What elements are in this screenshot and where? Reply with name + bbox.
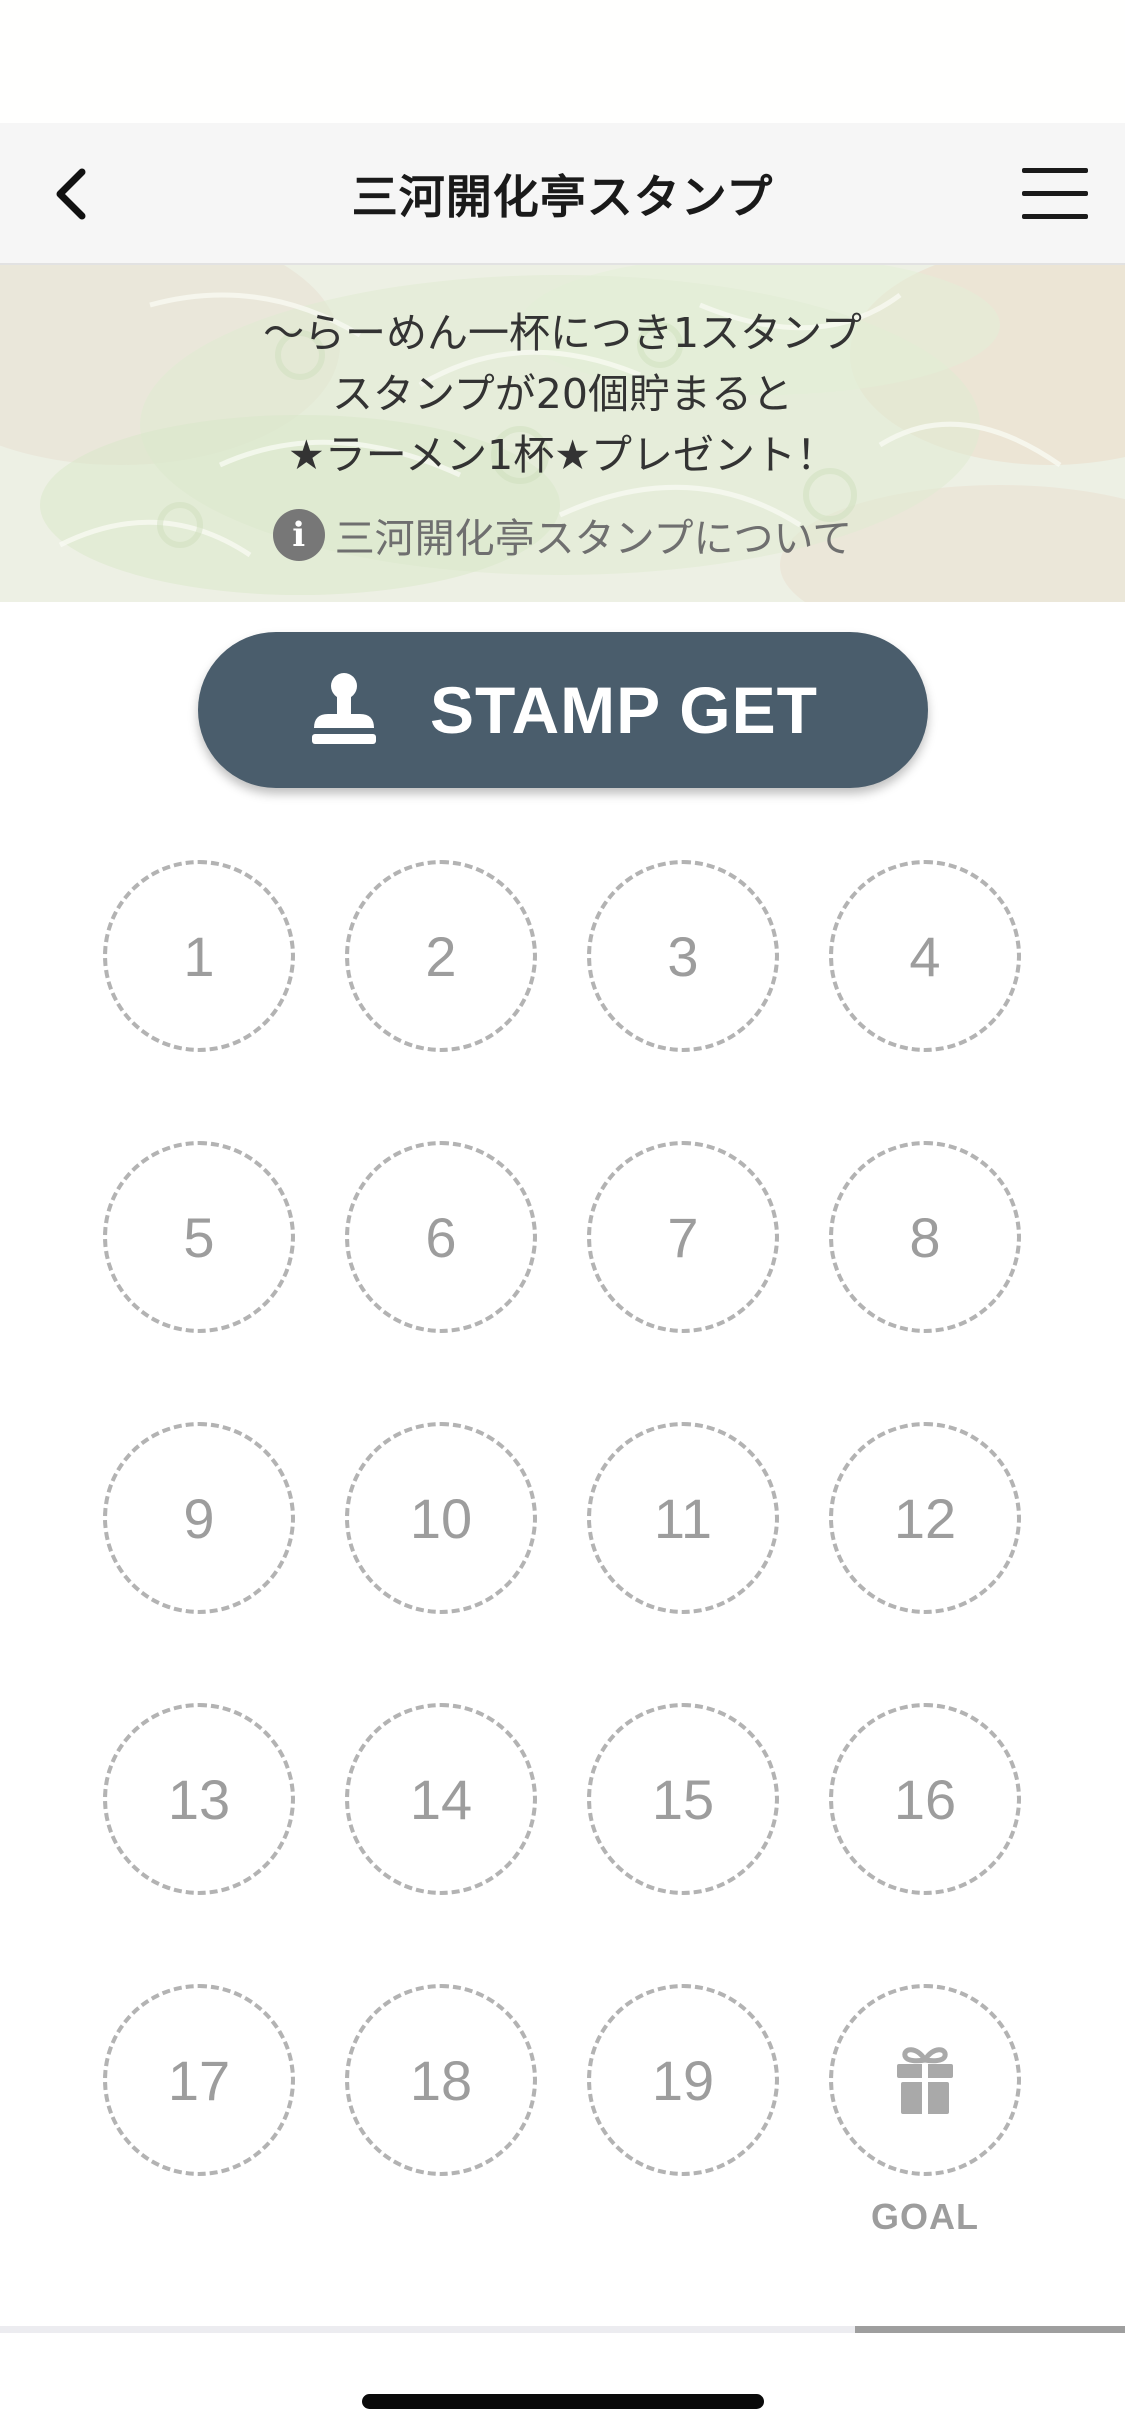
stamp-slot-6: 6	[345, 1141, 537, 1333]
stamp-slot-7: 7	[587, 1141, 779, 1333]
about-stamp-link[interactable]: i 三河開化亭スタンプについて	[0, 505, 1125, 565]
stamp-slot-2: 2	[345, 860, 537, 1052]
info-icon: i	[272, 509, 325, 561]
stamp-slot-10: 10	[345, 1422, 537, 1614]
status-bar-area	[0, 0, 1125, 123]
about-stamp-link-label: 三河開化亭スタンプについて	[334, 516, 853, 562]
hamburger-menu-icon	[1022, 168, 1088, 219]
stamp-slot-1: 1	[103, 860, 295, 1052]
stamp-slot-3: 3	[587, 860, 779, 1052]
page-title: 三河開化亭スタンプ	[351, 170, 774, 224]
gift-icon	[897, 2047, 953, 2114]
stamp-slot-13: 13	[103, 1703, 295, 1895]
banner-line-3: ★ラーメン1杯★プレゼント！	[288, 431, 837, 479]
stamp-slot-18: 18	[345, 1984, 537, 2176]
menu-button[interactable]	[1010, 154, 1100, 234]
stamp-get-button[interactable]: STAMP GET	[198, 632, 928, 788]
goal-label: GOAL	[871, 2196, 979, 2237]
stamp-slot-8: 8	[829, 1141, 1021, 1333]
navigation-bar: 三河開化亭スタンプ	[0, 123, 1125, 265]
banner-text: 〜らーめん一杯につき1スタンプ スタンプが20個貯まると ★ラーメン1杯★プレゼ…	[0, 303, 1125, 486]
home-indicator	[362, 2394, 764, 2409]
stamp-slot-19: 19	[587, 1984, 779, 2176]
stamp-slot-14: 14	[345, 1703, 537, 1895]
back-button[interactable]	[30, 154, 110, 234]
stamp-slot-11: 11	[587, 1422, 779, 1614]
chevron-left-icon	[56, 168, 86, 220]
stamp-slot-17: 17	[103, 1984, 295, 2176]
stamp-slot-15: 15	[587, 1703, 779, 1895]
stamp-slot-5: 5	[103, 1141, 295, 1333]
banner-line-2: スタンプが20個貯まると	[332, 370, 793, 418]
stamp-slot-9: 9	[103, 1422, 295, 1614]
banner-line-1: 〜らーめん一杯につき1スタンプ	[263, 309, 862, 357]
info-banner: 〜らーめん一杯につき1スタンプ スタンプが20個貯まると ★ラーメン1杯★プレゼ…	[0, 265, 1125, 602]
stamp-slot-4: 4	[829, 860, 1021, 1052]
stamp-icon	[312, 673, 377, 744]
stamp-get-label: STAMP GET	[430, 673, 818, 747]
stamp-slot-16: 16	[829, 1703, 1021, 1895]
stamp-slot-12: 12	[829, 1422, 1021, 1614]
pager-indicator	[855, 2326, 1125, 2333]
goal-slot	[829, 1984, 1021, 2176]
